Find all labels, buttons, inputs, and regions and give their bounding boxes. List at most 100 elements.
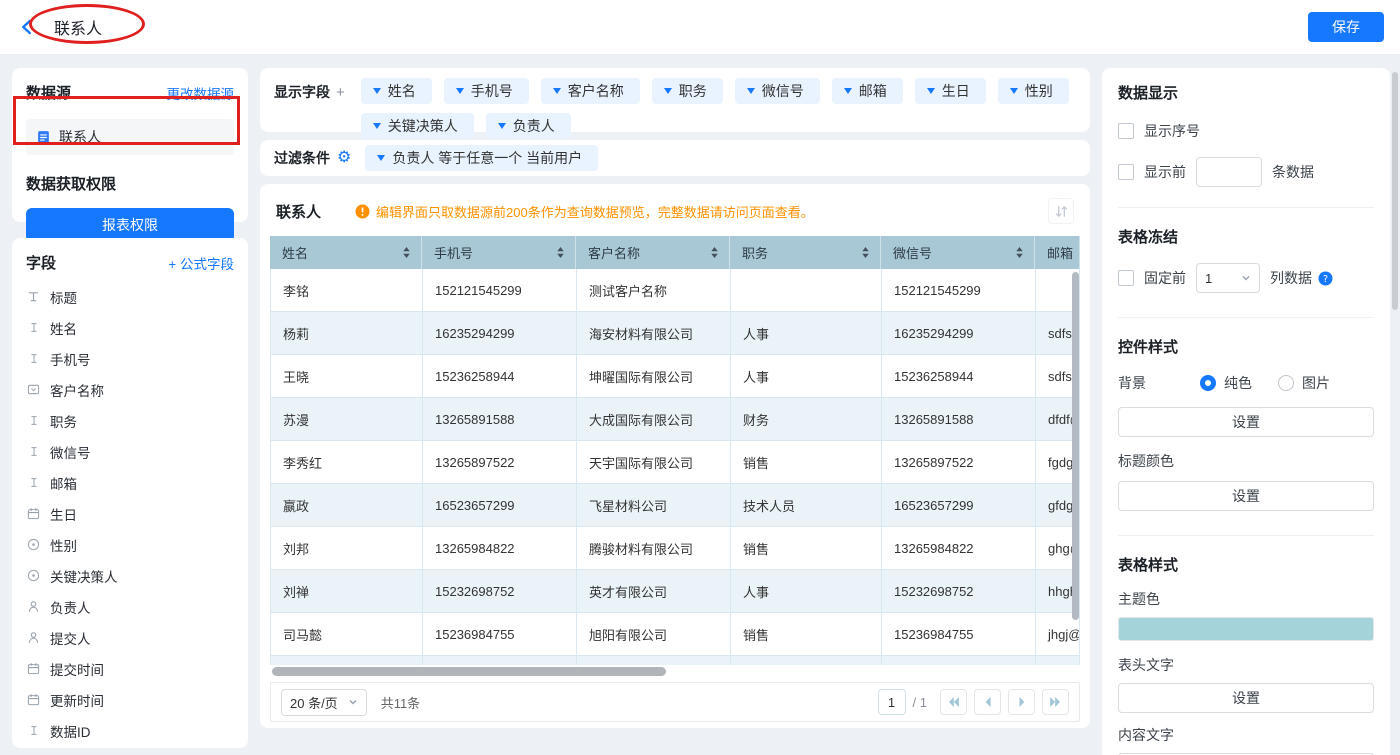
field-item[interactable]: 手机号 <box>26 343 234 374</box>
display-field-chip[interactable]: 职务 <box>652 78 723 104</box>
table-cell: 13265984822 <box>882 527 1036 570</box>
display-field-chip[interactable]: 姓名 <box>361 78 432 104</box>
column-sort-icon[interactable] <box>710 246 719 259</box>
field-item[interactable]: 负责人 <box>26 591 234 622</box>
last-page-icon[interactable] <box>1042 689 1069 715</box>
table-row[interactable]: 嬴政16523657299飞星材料公司技术人员16523657299gfdg@1 <box>271 484 1080 527</box>
column-header[interactable]: 手机号 <box>422 236 576 269</box>
field-item-label: 手机号 <box>50 349 91 369</box>
column-sort-icon[interactable] <box>1015 246 1024 259</box>
table-row[interactable]: 王晓15236258944坤曜国际有限公司人事15236258944sdfs@1… <box>271 355 1080 398</box>
display-field-chip[interactable]: 微信号 <box>735 78 820 104</box>
data-table: 姓名手机号客户名称职务微信号 邮箱 李铭152121545299测试客户名称152… <box>270 236 1080 722</box>
chevron-down-icon <box>844 88 852 94</box>
header-text-set-button[interactable]: 设置 <box>1118 683 1374 713</box>
field-item[interactable]: 标题 <box>26 281 234 312</box>
show-index-checkbox[interactable] <box>1118 123 1134 139</box>
chevron-down-icon <box>348 697 358 707</box>
column-header[interactable]: 微信号 <box>881 236 1035 269</box>
field-item[interactable]: 客户名称 <box>26 374 234 405</box>
background-label: 背景 <box>1118 373 1146 393</box>
field-item[interactable]: 提交时间 <box>26 653 234 684</box>
display-fields-label: 显示字段+ <box>274 78 345 102</box>
display-field-chip[interactable]: 性别 <box>998 78 1069 104</box>
page-title: 联系人 <box>54 15 102 39</box>
column-header[interactable]: 姓名 <box>270 236 422 269</box>
display-field-chip[interactable]: 负责人 <box>486 113 571 139</box>
show-first-checkbox[interactable] <box>1118 164 1134 180</box>
show-first-count-input[interactable] <box>1196 157 1262 187</box>
table-row[interactable]: 刘邦13265984822腾骏材料有限公司销售13265984822ghg@16 <box>271 527 1080 570</box>
table-row[interactable]: 刘禅15232698752英才有限公司人事15232698752hhgh@ <box>271 570 1080 613</box>
display-field-chip[interactable]: 邮箱 <box>832 78 903 104</box>
settings-panel: 数据显示 显示序号 显示前 条数据 表格冻结 固定前 1 列数据 ? 控件样式 … <box>1102 68 1390 755</box>
column-header[interactable]: 职务 <box>730 236 881 269</box>
table-cell <box>1036 656 1080 665</box>
field-item[interactable]: 生日 <box>26 498 234 529</box>
settings-panel-scrollbar[interactable] <box>1392 72 1398 310</box>
preview-warning-text: 编辑界面只取数据源前200条作为查询数据预览，完整数据请访问页面查看。 <box>376 202 814 221</box>
back-icon[interactable] <box>20 16 40 38</box>
table-row[interactable]: 苏漫13265891588大成国际有限公司财务13265891588dfdf@1 <box>271 398 1080 441</box>
freeze-count-select[interactable]: 1 <box>1196 263 1260 293</box>
next-page-icon[interactable] <box>1008 689 1035 715</box>
page-size-select[interactable]: 20 条/页 <box>281 689 367 716</box>
field-item[interactable]: 更新时间 <box>26 684 234 715</box>
table-row[interactable]: 司马懿15236984755旭阳有限公司销售15236984755jhgj@16 <box>271 613 1080 656</box>
column-sort-icon[interactable] <box>402 246 411 259</box>
table-cell <box>882 656 1036 665</box>
show-index-label: 显示序号 <box>1144 121 1200 141</box>
add-display-field-icon[interactable]: + <box>336 84 345 101</box>
first-page-icon[interactable] <box>940 689 967 715</box>
field-item[interactable]: 性别 <box>26 529 234 560</box>
total-count: 共11条 <box>381 693 421 712</box>
column-sort-icon[interactable] <box>861 246 870 259</box>
save-button[interactable]: 保存 <box>1308 12 1384 42</box>
column-header[interactable]: 邮箱 <box>1035 236 1080 269</box>
field-item[interactable]: 关键决策人 <box>26 560 234 591</box>
background-set-button[interactable]: 设置 <box>1118 407 1374 437</box>
column-header-label: 微信号 <box>893 243 932 262</box>
report-permission-button[interactable]: 报表权限 <box>26 208 234 242</box>
field-item[interactable]: 微信号 <box>26 436 234 467</box>
display-field-chip[interactable]: 客户名称 <box>541 78 640 104</box>
display-field-chip[interactable]: 生日 <box>915 78 986 104</box>
image-radio[interactable] <box>1278 375 1294 391</box>
datasource-item-contacts[interactable]: 联系人 <box>26 119 234 155</box>
table-row[interactable]: 李铭152121545299测试客户名称152121545299 <box>271 269 1080 312</box>
table-row[interactable]: 杨莉16235294299海安材料有限公司人事16235294299sdfsd@ <box>271 312 1080 355</box>
freeze-checkbox[interactable] <box>1118 270 1134 286</box>
field-item[interactable]: 数据ID <box>26 715 234 746</box>
table-cell: 152121545299 <box>423 269 577 312</box>
table-cell: 李秀红 <box>271 441 423 484</box>
filter-chip[interactable]: 负责人 等于任意一个 当前用户 <box>365 145 598 171</box>
display-field-chip[interactable]: 手机号 <box>444 78 529 104</box>
prev-page-icon[interactable] <box>974 689 1001 715</box>
field-item[interactable]: 提交人 <box>26 622 234 653</box>
sort-order-icon[interactable] <box>1048 198 1074 224</box>
display-field-chip[interactable]: 关键决策人 <box>361 113 474 139</box>
table-cell: 13265891588 <box>882 398 1036 441</box>
help-icon[interactable]: ? <box>1318 271 1333 286</box>
column-header[interactable]: 客户名称 <box>576 236 730 269</box>
column-sort-icon[interactable] <box>556 246 565 259</box>
gear-icon[interactable]: ⚙ <box>337 150 351 166</box>
field-item-label: 微信号 <box>50 442 91 462</box>
table-cell: 海安材料有限公司 <box>577 312 731 355</box>
field-item[interactable]: 职务 <box>26 405 234 436</box>
table-row[interactable] <box>271 656 1080 665</box>
current-page-input[interactable]: 1 <box>878 689 906 715</box>
table-row[interactable]: 李秀红13265897522天宇国际有限公司销售13265897522fgdgf… <box>271 441 1080 484</box>
table-horizontal-scrollbar[interactable] <box>272 667 666 676</box>
solid-color-radio[interactable] <box>1200 375 1216 391</box>
field-item[interactable]: 邮箱 <box>26 467 234 498</box>
table-cell: 15232698752 <box>423 570 577 613</box>
divider <box>1118 207 1374 208</box>
table-vertical-scrollbar[interactable] <box>1072 272 1079 620</box>
title-color-set-button[interactable]: 设置 <box>1118 481 1374 511</box>
display-field-chips: 姓名 手机号 客户名称 职务 <box>361 78 1075 139</box>
add-formula-field-link[interactable]: + 公式字段 <box>168 253 234 273</box>
theme-color-swatch[interactable] <box>1118 617 1374 641</box>
field-item[interactable]: 姓名 <box>26 312 234 343</box>
change-datasource-link[interactable]: 更改数据源 <box>167 83 235 103</box>
